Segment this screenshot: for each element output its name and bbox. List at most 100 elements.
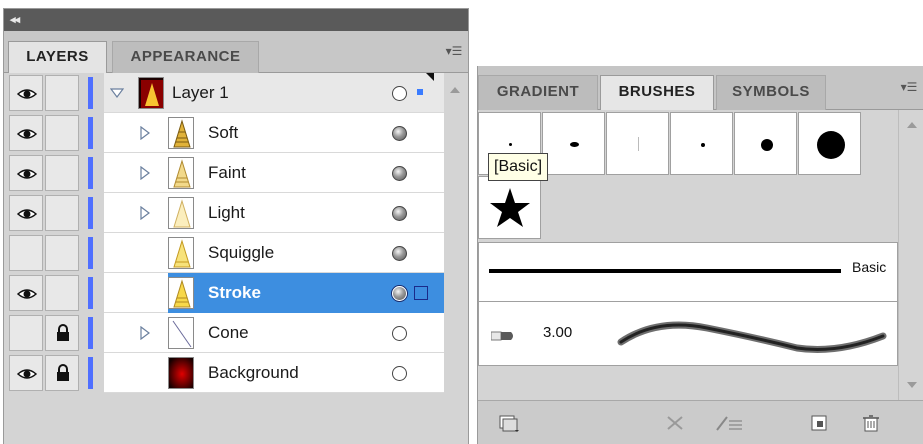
brush-stroke-preview xyxy=(617,321,887,353)
new-brush-icon[interactable] xyxy=(808,413,830,433)
layer-row-squiggle[interactable]: Squiggle xyxy=(4,233,444,273)
selection-square-icon[interactable] xyxy=(414,286,428,300)
layers-tab-bar: LAYERS APPEARANCE ▾☰ xyxy=(4,31,468,73)
brush-tooltip: [Basic] xyxy=(488,153,549,181)
layer-row-stroke[interactable]: Stroke xyxy=(4,273,444,313)
layers-panel: ◂◂ LAYERS APPEARANCE ▾☰ Layer 1 Soft Fai… xyxy=(3,8,469,444)
layer-name[interactable]: Stroke xyxy=(208,273,261,313)
layer-thumbnail xyxy=(168,197,194,229)
lock-toggle[interactable] xyxy=(45,155,79,191)
scroll-up-arrow-icon[interactable] xyxy=(450,87,460,93)
lock-toggle[interactable] xyxy=(45,315,79,351)
basic-brush-label: Basic xyxy=(852,259,887,275)
layer-row-background[interactable]: Background xyxy=(4,353,444,393)
visibility-toggle[interactable] xyxy=(9,155,43,191)
lock-toggle[interactable] xyxy=(45,75,79,111)
target-circle-icon[interactable] xyxy=(392,246,407,261)
lock-toggle[interactable] xyxy=(45,355,79,391)
star-icon xyxy=(490,188,530,227)
layer-row-cone[interactable]: Cone xyxy=(4,313,444,353)
layer-thumbnail xyxy=(168,157,194,189)
scroll-up-arrow-icon[interactable] xyxy=(907,122,917,128)
current-layer-corner-icon xyxy=(426,73,434,81)
stroke-brush[interactable]: 3.00 xyxy=(478,302,898,366)
layer-name[interactable]: Squiggle xyxy=(208,233,274,273)
brushes-scrollbar[interactable] xyxy=(898,110,923,400)
layer-thumbnail xyxy=(168,357,194,389)
brush-swatch[interactable] xyxy=(734,112,797,175)
expand-triangle-icon[interactable] xyxy=(110,86,124,100)
target-circle-icon[interactable] xyxy=(392,286,407,301)
brush-swatch[interactable] xyxy=(542,112,605,175)
target-circle-icon[interactable] xyxy=(392,326,407,341)
brush-swatch[interactable] xyxy=(670,112,733,175)
tab-gradient[interactable]: GRADIENT xyxy=(478,75,598,110)
expand-triangle-icon[interactable] xyxy=(138,206,152,220)
panel-menu-icon[interactable]: ▾☰ xyxy=(899,80,919,94)
tab-appearance[interactable]: APPEARANCE xyxy=(112,41,259,73)
lock-toggle[interactable] xyxy=(45,115,79,151)
layer-row-light[interactable]: Light xyxy=(4,193,444,233)
panel-titlebar[interactable]: ◂◂ xyxy=(4,9,468,31)
layer-color-bar xyxy=(88,357,93,389)
panel-menu-icon[interactable]: ▾☰ xyxy=(444,44,464,58)
eye-icon xyxy=(17,369,37,379)
brush-swatch[interactable] xyxy=(606,112,669,175)
layer-thumbnail xyxy=(168,237,194,269)
layer-row-soft[interactable]: Soft xyxy=(4,113,444,153)
lock-toggle[interactable] xyxy=(45,275,79,311)
layer-name[interactable]: Soft xyxy=(208,113,238,153)
eye-icon xyxy=(17,289,37,299)
visibility-toggle[interactable] xyxy=(9,75,43,111)
brushes-tab-bar: GRADIENT BRUSHES SYMBOLS ▾☰ xyxy=(478,66,923,110)
visibility-toggle[interactable] xyxy=(9,315,43,351)
brush-options-icon[interactable] xyxy=(714,413,744,433)
layer-name[interactable]: Light xyxy=(208,193,245,233)
layer-thumbnail xyxy=(168,317,194,349)
lock-icon xyxy=(57,324,69,341)
layer-thumbnail xyxy=(168,117,194,149)
collapse-panel-icon[interactable]: ◂◂ xyxy=(10,14,20,26)
scroll-down-arrow-icon[interactable] xyxy=(907,382,917,388)
lock-toggle[interactable] xyxy=(45,195,79,231)
brush-libraries-icon[interactable] xyxy=(498,413,520,433)
lock-toggle[interactable] xyxy=(45,235,79,271)
lock-icon xyxy=(57,364,69,381)
target-circle-icon[interactable] xyxy=(392,166,407,181)
visibility-toggle[interactable] xyxy=(9,235,43,271)
layer-thumbnail xyxy=(168,277,194,309)
layer-color-bar xyxy=(88,77,93,109)
visibility-toggle[interactable] xyxy=(9,195,43,231)
target-circle-icon[interactable] xyxy=(392,126,407,141)
layers-scrollbar[interactable] xyxy=(444,73,468,363)
brushes-panel: GRADIENT BRUSHES SYMBOLS ▾☰ Basic [Basic… xyxy=(477,66,923,444)
visibility-toggle[interactable] xyxy=(9,355,43,391)
basic-art-brush[interactable]: Basic xyxy=(478,242,898,302)
layer-name[interactable]: Background xyxy=(208,353,299,393)
brush-swatch[interactable] xyxy=(798,112,861,175)
remove-stroke-icon[interactable] xyxy=(664,413,686,433)
visibility-toggle[interactable] xyxy=(9,115,43,151)
target-circle-icon[interactable] xyxy=(392,366,407,381)
tab-layers[interactable]: LAYERS xyxy=(8,41,107,73)
brush-swatch-star[interactable] xyxy=(478,176,541,239)
delete-brush-icon[interactable] xyxy=(860,413,882,433)
expand-triangle-icon[interactable] xyxy=(138,126,152,140)
target-circle-icon[interactable] xyxy=(392,206,407,221)
layer-row-layer-1[interactable]: Layer 1 xyxy=(4,73,444,113)
target-circle-icon[interactable] xyxy=(392,86,407,101)
layer-name[interactable]: Layer 1 xyxy=(172,73,229,113)
brushes-toolbar xyxy=(478,400,923,444)
layer-name[interactable]: Cone xyxy=(208,313,249,353)
layer-color-bar xyxy=(88,237,93,269)
tab-symbols[interactable]: SYMBOLS xyxy=(716,75,826,110)
expand-triangle-icon[interactable] xyxy=(138,166,152,180)
tab-brushes[interactable]: BRUSHES xyxy=(600,75,714,110)
eye-icon xyxy=(17,89,37,99)
layer-row-faint[interactable]: Faint xyxy=(4,153,444,193)
layer-color-bar xyxy=(88,197,93,229)
layer-name[interactable]: Faint xyxy=(208,153,246,193)
expand-triangle-icon[interactable] xyxy=(138,326,152,340)
layer-color-bar xyxy=(88,117,93,149)
visibility-toggle[interactable] xyxy=(9,275,43,311)
